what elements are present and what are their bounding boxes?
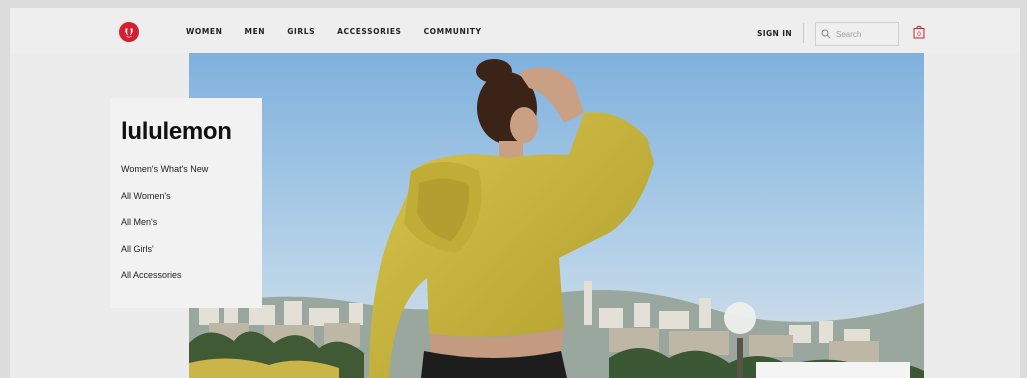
hero-image[interactable] [189,53,924,378]
brand-menu-list: Women's What's New All Women's All Men's… [121,164,208,297]
nav-link-men[interactable]: MEN [245,27,266,36]
menu-item-all-mens[interactable]: All Men's [121,217,208,244]
search-icon [821,29,831,39]
hero-caption-box[interactable] [756,362,910,378]
brand-title: lululemon [121,118,232,145]
nav-link-accessories[interactable]: ACCESSORIES [337,27,401,36]
menu-item-all-accessories[interactable]: All Accessories [121,270,208,297]
lululemon-logo-icon[interactable] [119,22,139,42]
browser-page: WOMEN MEN GIRLS ACCESSORIES COMMUNITY SI… [10,8,1020,378]
nav-link-girls[interactable]: GIRLS [287,27,315,36]
top-navigation-bar: WOMEN MEN GIRLS ACCESSORIES COMMUNITY SI… [10,8,1020,53]
menu-item-all-girls[interactable]: All Girls' [121,244,208,271]
svg-text:0: 0 [917,31,921,38]
primary-nav: WOMEN MEN GIRLS ACCESSORIES COMMUNITY [186,27,503,36]
brand-menu-panel: lululemon Women's What's New All Women's… [110,98,262,308]
shopping-bag-icon[interactable]: 0 [913,25,925,39]
nav-divider [803,23,804,43]
search-input[interactable] [836,29,896,39]
menu-item-all-womens[interactable]: All Women's [121,191,208,218]
search-box[interactable] [815,22,899,46]
nav-link-community[interactable]: COMMUNITY [424,27,482,36]
sign-in-link[interactable]: SIGN IN [757,29,792,38]
nav-link-women[interactable]: WOMEN [186,27,223,36]
menu-item-womens-whats-new[interactable]: Women's What's New [121,164,208,191]
